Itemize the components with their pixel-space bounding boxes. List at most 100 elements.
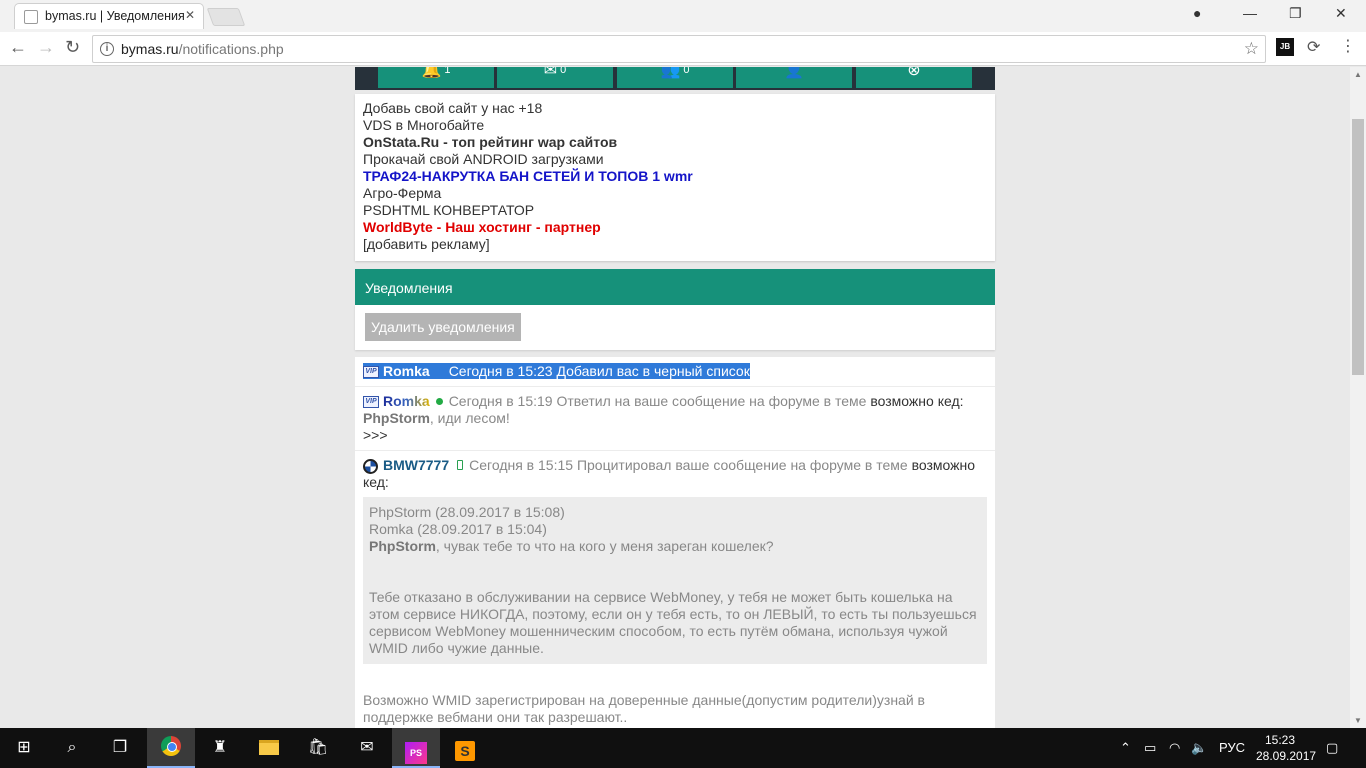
- tab-title: bymas.ru | Уведомления: [45, 9, 185, 23]
- ad-link[interactable]: PSDHTML КОНВЕРТАТОР: [363, 202, 987, 219]
- tray-chevron-icon[interactable]: ⌃: [1120, 728, 1131, 768]
- friends-nav-button[interactable]: 👥 0: [617, 67, 733, 88]
- favicon-icon: [24, 10, 38, 24]
- url-host: bymas.ru: [121, 41, 179, 57]
- forward-arrow-icon[interactable]: →: [37, 37, 55, 58]
- close-tab-icon[interactable]: ✕: [185, 8, 195, 22]
- friends-count: 0: [683, 67, 690, 76]
- notification-message: Возможно WMID зарегистрирован на доверен…: [363, 692, 925, 725]
- language-indicator[interactable]: РУС: [1219, 728, 1245, 768]
- users-icon: 👥: [660, 67, 681, 79]
- minimize-button[interactable]: —: [1243, 5, 1257, 21]
- close-window-button[interactable]: ✕: [1335, 5, 1347, 22]
- phpstorm-label: PS: [405, 742, 427, 764]
- reply-author: PhpStorm: [363, 410, 430, 426]
- online-status-icon: [435, 398, 443, 406]
- messages-nav-button[interactable]: ✉ 0: [497, 67, 613, 88]
- tab-strip: bymas.ru | Уведомления ✕ ● — ❐ ✕: [0, 0, 1366, 32]
- notification-item: VIP Romka Сегодня в 15:19 Ответил на ваше …: [355, 387, 995, 451]
- quote-header: PhpStorm (28.09.2017 в 15:08): [369, 504, 565, 520]
- quote-body: Тебе отказано в обслуживании на сервисе …: [369, 589, 977, 656]
- ad-block: Добавь свой сайт у нас +18 VDS в Многоба…: [355, 94, 995, 261]
- logout-icon: ⊗: [907, 67, 921, 79]
- browser-tab[interactable]: bymas.ru | Уведомления ✕: [14, 3, 204, 29]
- online-status-icon: [435, 368, 443, 376]
- user-link[interactable]: Romka: [383, 393, 430, 409]
- ad-link[interactable]: OnStata.Ru - топ рейтинг wap сайтов: [363, 134, 987, 151]
- chrome-taskbar-icon[interactable]: [147, 728, 195, 768]
- quote-author: PhpStorm: [369, 538, 436, 554]
- notification-text: Процитировал ваше сообщение на форуме в …: [576, 457, 908, 473]
- restore-button[interactable]: ❐: [1289, 5, 1302, 22]
- more-link[interactable]: >>>: [363, 427, 388, 443]
- store-icon[interactable]: 🛍: [294, 728, 342, 768]
- reload-icon[interactable]: ↻: [65, 37, 80, 58]
- ad-link[interactable]: Добавь свой сайт у нас +18: [363, 100, 987, 117]
- notification-item: VIP Romka Сегодня в 15:23 Добавил вас в че…: [355, 357, 995, 387]
- windows-taskbar: ⊞ ⌕ ❐ ♜ 🛍 ✉ PS S ⌃ ▭ ◠ 🔈 РУС 15:23 28.09…: [0, 728, 1366, 768]
- url-text[interactable]: bymas.ru/notifications.php: [121, 41, 284, 57]
- bell-icon: 🔔: [421, 67, 442, 79]
- volume-icon[interactable]: 🔈: [1191, 728, 1207, 768]
- info-icon[interactable]: i: [100, 42, 114, 56]
- bookmark-star-icon[interactable]: ☆: [1244, 39, 1259, 59]
- ad-link[interactable]: VDS в Многобайте: [363, 117, 987, 134]
- action-center-icon[interactable]: ▢: [1326, 728, 1338, 768]
- wifi-icon[interactable]: ◠: [1169, 728, 1180, 768]
- logout-nav-button[interactable]: ⊗: [856, 67, 972, 88]
- bmw-logo-icon: [363, 458, 378, 474]
- address-bar[interactable]: i bymas.ru/notifications.php ☆: [92, 35, 1266, 63]
- url-path: /notifications.php: [178, 41, 284, 57]
- notification-line: VIP Romka Сегодня в 15:23 Добавил вас в че…: [363, 363, 750, 379]
- section-title: Уведомления: [355, 269, 995, 305]
- ad-link[interactable]: WorldByte - Наш хостинг - партнер: [363, 219, 987, 236]
- delete-notifications-button[interactable]: Удалить уведомления: [365, 313, 521, 341]
- network-adapter-icon[interactable]: ▭: [1144, 728, 1156, 768]
- user-icon: 👤: [784, 67, 804, 79]
- ad-link[interactable]: Прокачай свой ANDROID загрузками: [363, 151, 987, 168]
- mail-icon[interactable]: ✉: [343, 728, 391, 768]
- profile-nav-button[interactable]: 👤: [736, 67, 852, 88]
- topic-link[interactable]: возможно кед:: [870, 393, 963, 409]
- mobile-status-icon: [457, 460, 464, 471]
- page-scrollbar[interactable]: ▲ ▼: [1350, 67, 1366, 728]
- back-arrow-icon[interactable]: ←: [9, 37, 27, 58]
- profile-icon[interactable]: ●: [1193, 5, 1201, 21]
- task-view-icon[interactable]: ❐: [96, 728, 144, 768]
- user-link[interactable]: Romka: [383, 363, 430, 379]
- sublime-label: S: [455, 741, 475, 761]
- scroll-up-icon[interactable]: ▲: [1354, 70, 1362, 79]
- notification-time: Сегодня в 15:15: [469, 457, 574, 473]
- sync-extension-icon[interactable]: ⟳: [1307, 37, 1325, 56]
- page-viewport: 🔔 1 ✉ 0 👥 0 👤 ⊗ Добавь свой сайт у нас +18 …: [0, 67, 1350, 728]
- new-tab-button[interactable]: [206, 8, 246, 26]
- ad-link[interactable]: ТРАФ24-НАКРУТКА БАН СЕТЕЙ И ТОПОВ 1 wmr: [363, 168, 987, 185]
- vip-badge-icon: VIP: [363, 366, 379, 379]
- notification-actions: Удалить уведомления: [355, 305, 995, 350]
- phpstorm-taskbar-icon[interactable]: PS: [392, 728, 440, 768]
- add-ad-link[interactable]: [добавить рекламу]: [363, 236, 987, 253]
- browser-toolbar: ← → ↻ i bymas.ru/notifications.php ☆: [0, 32, 1366, 66]
- chrome-menu-icon[interactable]: ⋮: [1340, 36, 1358, 55]
- ad-link[interactable]: Агро-Ферма: [363, 185, 987, 202]
- scrollbar-thumb[interactable]: [1352, 119, 1364, 375]
- quote-block: PhpStorm (28.09.2017 в 15:08) Romka (28.…: [363, 497, 987, 664]
- jetbrains-extension-icon[interactable]: JB: [1276, 38, 1294, 56]
- start-button[interactable]: ⊞: [0, 728, 48, 768]
- search-icon[interactable]: ⌕: [48, 728, 96, 768]
- taskbar-clock[interactable]: 15:23 28.09.2017: [1256, 732, 1317, 764]
- world-of-tanks-icon[interactable]: ♜: [196, 728, 244, 768]
- notification-list: VIP Romka Сегодня в 15:23 Добавил вас в че…: [355, 357, 995, 728]
- scroll-down-icon[interactable]: ▼: [1354, 716, 1362, 725]
- quote-header: Romka (28.09.2017 в 15:04): [369, 521, 547, 537]
- notification-item: BMW7777 Сегодня в 15:15 Процитировал ваше…: [355, 451, 995, 728]
- quote-line: , чувак тебе то что на кого у меня зарег…: [435, 538, 774, 554]
- sublime-taskbar-icon[interactable]: S: [441, 728, 489, 768]
- file-explorer-icon[interactable]: [245, 728, 293, 768]
- clock-date: 28.09.2017: [1256, 749, 1317, 763]
- notification-time: Сегодня в 15:19: [448, 393, 553, 409]
- top-navigation: 🔔 1 ✉ 0 👥 0 👤 ⊗: [355, 67, 995, 90]
- user-link[interactable]: BMW7777: [383, 457, 449, 473]
- notifications-nav-button[interactable]: 🔔 1: [378, 67, 494, 88]
- notification-text: Добавил вас в черный список: [556, 363, 750, 379]
